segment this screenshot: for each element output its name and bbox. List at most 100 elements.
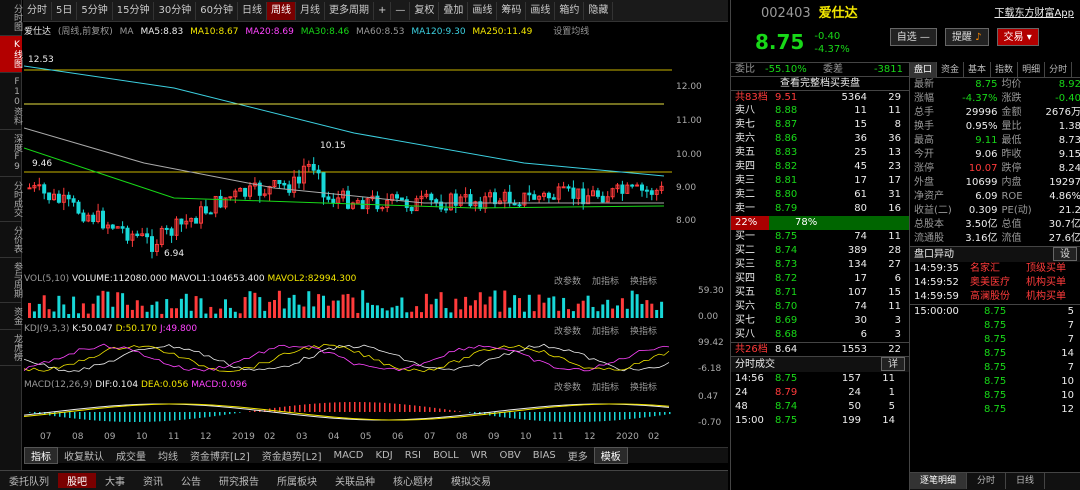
candlestick-chart[interactable]: 12.53 10.15 9.46 6.94 [24, 38, 672, 270]
indicator-tab[interactable]: 资金博弈[L2] [184, 448, 256, 463]
left-tab[interactable]: 资金 [0, 303, 22, 330]
indicator-tab[interactable]: 收复默认 [58, 448, 110, 463]
macd-params-button[interactable]: 改参数 [554, 380, 581, 393]
left-tab[interactable]: 分时成交 [0, 177, 22, 222]
toolbar-button[interactable]: 复权 [410, 1, 440, 20]
bottom-tab[interactable]: 核心题材 [384, 473, 442, 488]
vol-swap-button[interactable]: 换指标 [630, 274, 657, 287]
indicator-tab[interactable]: KDJ [369, 450, 398, 461]
bottom-tab[interactable]: 所属板块 [268, 473, 326, 488]
right-bottom-tab[interactable]: 日线 [1006, 473, 1046, 489]
indicator-tab[interactable]: 均线 [152, 448, 184, 463]
indicator-tab[interactable]: 更多 [562, 448, 594, 463]
book-count: 11 [888, 301, 901, 312]
bottom-tab[interactable]: 委托队列 [0, 473, 58, 488]
macd-swap-button[interactable]: 换指标 [630, 380, 657, 393]
toolbar-button[interactable]: 筹码 [497, 1, 527, 20]
pan-tab[interactable]: 资金 [937, 62, 965, 78]
bottom-tab[interactable]: 股吧 [58, 473, 96, 488]
pan-tab[interactable]: 盘口 [910, 62, 938, 78]
alert-row[interactable]: 14:59:59 高澜股份 机构买单 [910, 290, 1080, 304]
stat-row: 最高 9.11 最低 8.73 [910, 134, 1080, 148]
bottom-tab[interactable]: 资讯 [134, 473, 172, 488]
pan-tab[interactable]: 明细 [1018, 62, 1046, 78]
toolbar-button[interactable]: 日线 [238, 1, 267, 20]
toolbar-button[interactable]: 叠加 [439, 1, 469, 20]
toolbar-button[interactable]: 画线 [526, 1, 556, 20]
ytick: 10.00 [676, 150, 702, 160]
toolbar-button[interactable]: 箱约 [555, 1, 585, 20]
macd-bar [454, 410, 456, 412]
kdj-params-button[interactable]: 改参数 [554, 324, 581, 337]
macd-add-button[interactable]: 加指标 [592, 380, 619, 393]
left-tab[interactable]: 分价表 [0, 222, 22, 258]
volume-bar [91, 303, 95, 318]
volume-bar [400, 297, 404, 318]
indicator-tab[interactable]: 指标 [24, 447, 58, 464]
view-full-depth[interactable]: 查看完整档买卖盘 [731, 76, 909, 90]
indicator-tab[interactable]: BIAS [527, 450, 562, 461]
toolbar-button[interactable]: 周线 [266, 1, 296, 20]
add-watchlist-button[interactable]: 自选 — [889, 28, 937, 46]
bottom-tab[interactable]: 大事 [96, 473, 134, 488]
toolbar-button[interactable]: 分时 [23, 1, 52, 20]
stat-label: 外盘 [914, 177, 934, 188]
bottom-tab[interactable]: 模拟交易 [442, 473, 500, 488]
book-price: 8.87 [775, 119, 798, 130]
kdj-add-button[interactable]: 加指标 [592, 324, 619, 337]
pan-tab[interactable]: 基本 [964, 62, 992, 78]
left-tab[interactable]: F10资料 [0, 73, 22, 130]
book-price: 8.82 [775, 161, 798, 172]
right-bottom-tab[interactable]: 逐笔明细 [910, 473, 968, 489]
toolbar-button[interactable]: 隐藏 [584, 1, 614, 20]
vol-params-button[interactable]: 改参数 [554, 274, 581, 287]
left-tab[interactable]: 参与周期 [0, 258, 22, 303]
toolbar-button[interactable]: 更多周期 [325, 1, 374, 20]
trade-button[interactable]: 交易 ▾ [996, 28, 1039, 46]
sell-ratio: 78% [769, 216, 909, 230]
bottom-tab[interactable]: 关联品种 [326, 473, 384, 488]
detail-price: 8.75 [984, 320, 1007, 331]
indicator-tab[interactable]: RSI [399, 450, 427, 461]
indicator-tab[interactable]: BOLL [427, 450, 465, 461]
alert-row[interactable]: 14:59:52 奥美医疗 机构买单 [910, 276, 1080, 290]
toolbar-button[interactable]: 画线 [468, 1, 498, 20]
indicator-tab[interactable]: 资金趋势[L2] [256, 448, 328, 463]
indicator-tab[interactable]: 成交量 [110, 448, 152, 463]
indicator-tab[interactable]: MACD [328, 450, 370, 461]
sell-total-price: 9.51 [775, 92, 798, 103]
right-bottom-tab[interactable]: 分时 [967, 473, 1007, 489]
toolbar-button[interactable]: 30分钟 [154, 1, 197, 20]
bottom-tab[interactable]: 研究报告 [210, 473, 268, 488]
toolbar-button[interactable]: 60分钟 [196, 1, 238, 20]
toolbar-button[interactable]: 月线 [296, 1, 325, 20]
toolbar-button[interactable]: — [391, 1, 411, 20]
left-tab[interactable]: 龙虎榜 [0, 330, 22, 366]
settings-ma-button[interactable]: 设置均线 [553, 27, 589, 37]
kdj-swap-button[interactable]: 换指标 [630, 324, 657, 337]
download-app-link[interactable]: 下载东方财富App [994, 0, 1074, 28]
left-vertical-tabs: 分时图 K线图 F10资料 深度F9 分时成交 分价表 参与周期 资金 龙虎榜 [0, 0, 22, 490]
bottom-tab[interactable]: 公告 [172, 473, 210, 488]
ticks-detail-button[interactable]: 详 [881, 357, 905, 371]
left-tab[interactable]: K线图 [0, 36, 22, 73]
indicator-tab[interactable]: 模板 [593, 447, 628, 464]
pan-tab[interactable]: 指数 [991, 62, 1019, 78]
alert-row[interactable]: 14:59:35 名家汇 顶级买单 [910, 262, 1080, 276]
pan-tab[interactable]: 分时 [1045, 62, 1073, 78]
alert-settings-button[interactable]: 设 [1053, 247, 1077, 261]
toolbar-button[interactable]: + [374, 1, 392, 20]
volume-bar [111, 306, 115, 318]
toolbar-button[interactable]: 5日 [52, 1, 78, 20]
volume-bar [405, 312, 409, 318]
vol-add-button[interactable]: 加指标 [592, 274, 619, 287]
toolbar-button[interactable]: 5分钟 [77, 1, 113, 20]
indicator-tab[interactable]: OBV [494, 450, 527, 461]
toolbar-button[interactable]: 15分钟 [113, 1, 155, 20]
indicator-tab[interactable]: WR [465, 450, 494, 461]
alert-button[interactable]: 提醒 ♪ [944, 28, 989, 46]
stat-value: -4.37% [962, 93, 998, 104]
volume-bar [645, 300, 649, 318]
left-tab[interactable]: 分时图 [0, 0, 22, 36]
left-tab[interactable]: 深度F9 [0, 130, 22, 177]
